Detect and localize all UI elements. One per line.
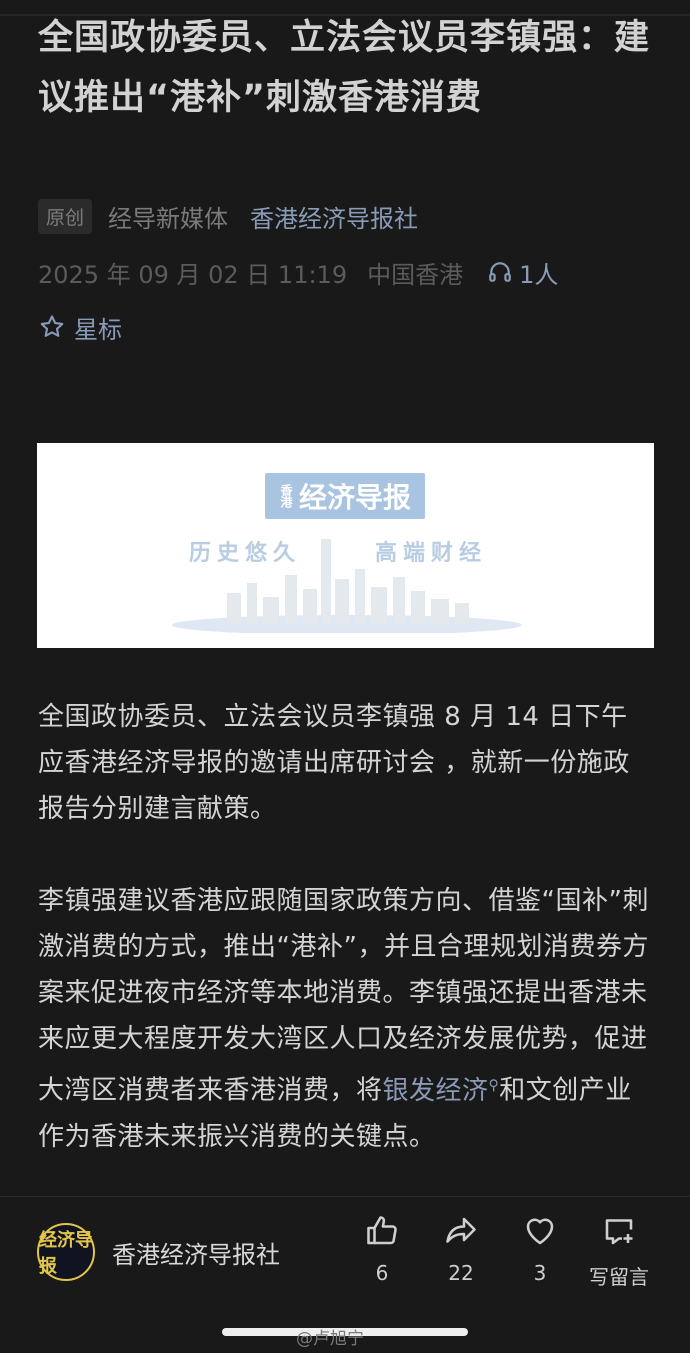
article-meta-row: 原创 经导新媒体 香港经济导报社 <box>38 196 418 236</box>
share-count: 22 <box>448 1261 474 1285</box>
star-label: 星标 <box>74 315 122 344</box>
account-link[interactable]: 香港经济导报社 <box>250 199 418 234</box>
silver-economy-link[interactable]: 银发经济⚲ <box>383 1076 500 1106</box>
watermark-text: @卢旭宁 <box>296 1329 364 1349</box>
banner-slogan-left: 历史悠久 <box>189 541 302 566</box>
star-button[interactable]: 星标 <box>38 308 122 346</box>
original-tag: 原创 <box>38 198 93 234</box>
paragraph-2-text-start: 李镇强建议香港应跟随国家政策方向、借鉴“国补”刺激消费的方式，推出“港补”，并且… <box>38 886 649 1106</box>
logo-text: 经济导报 <box>298 481 411 514</box>
search-icon: ⚲ <box>488 1077 500 1093</box>
share-arrow-icon <box>446 1217 476 1243</box>
account-avatar[interactable]: 经济导报 <box>37 1223 95 1281</box>
publish-date: 2025 年 09 月 02 日 11:19 <box>38 260 348 289</box>
newspaper-logo: 香港 经济导报 <box>265 473 425 519</box>
article-paragraph-2: 李镇强建议香港应跟随国家政策方向、借鉴“国补”刺激消费的方式，推出“港补”，并且… <box>38 878 653 1160</box>
article-date-row: 2025 年 09 月 02 日 11:19 中国香港 1人 <box>38 252 558 292</box>
article-source: 经导新媒体 <box>108 204 229 233</box>
bottom-account-name[interactable]: 香港经济导报社 <box>112 1235 280 1270</box>
headphones-icon <box>489 262 511 282</box>
like-count: 6 <box>375 1261 389 1285</box>
heart-count: 3 <box>533 1261 547 1285</box>
logo-small-text: 香港 <box>278 484 293 508</box>
heart-icon <box>526 1218 554 1245</box>
star-icon <box>40 315 64 337</box>
article-banner-image: 香港 经济导报 历史悠久 高端财经 <box>37 443 654 648</box>
thumbs-up-icon <box>367 1216 397 1245</box>
comment-button[interactable]: 写留言 <box>584 1213 654 1290</box>
silver-economy-link-text: 银发经济 <box>382 1075 489 1106</box>
article-paragraph-1: 全国政协委员、立法会议员李镇强 8 月 14 日下午应香港经济导报的邀请出席研讨… <box>38 702 630 824</box>
publish-location: 中国香港 <box>367 260 464 289</box>
heart-button[interactable]: 3 <box>505 1213 575 1285</box>
share-button[interactable]: 22 <box>426 1213 496 1285</box>
comment-add-icon <box>605 1219 633 1245</box>
banner-slogan-right: 高端财经 <box>375 541 488 566</box>
listener-count: 1人 <box>519 260 559 289</box>
listen-button[interactable]: 1人 <box>487 255 558 290</box>
like-button[interactable]: 6 <box>347 1213 417 1285</box>
article-title: 全国政协委员、立法会议员李镇强：建议推出“港补”刺激香港消费 <box>38 18 651 118</box>
comment-label: 写留言 <box>589 1265 649 1289</box>
